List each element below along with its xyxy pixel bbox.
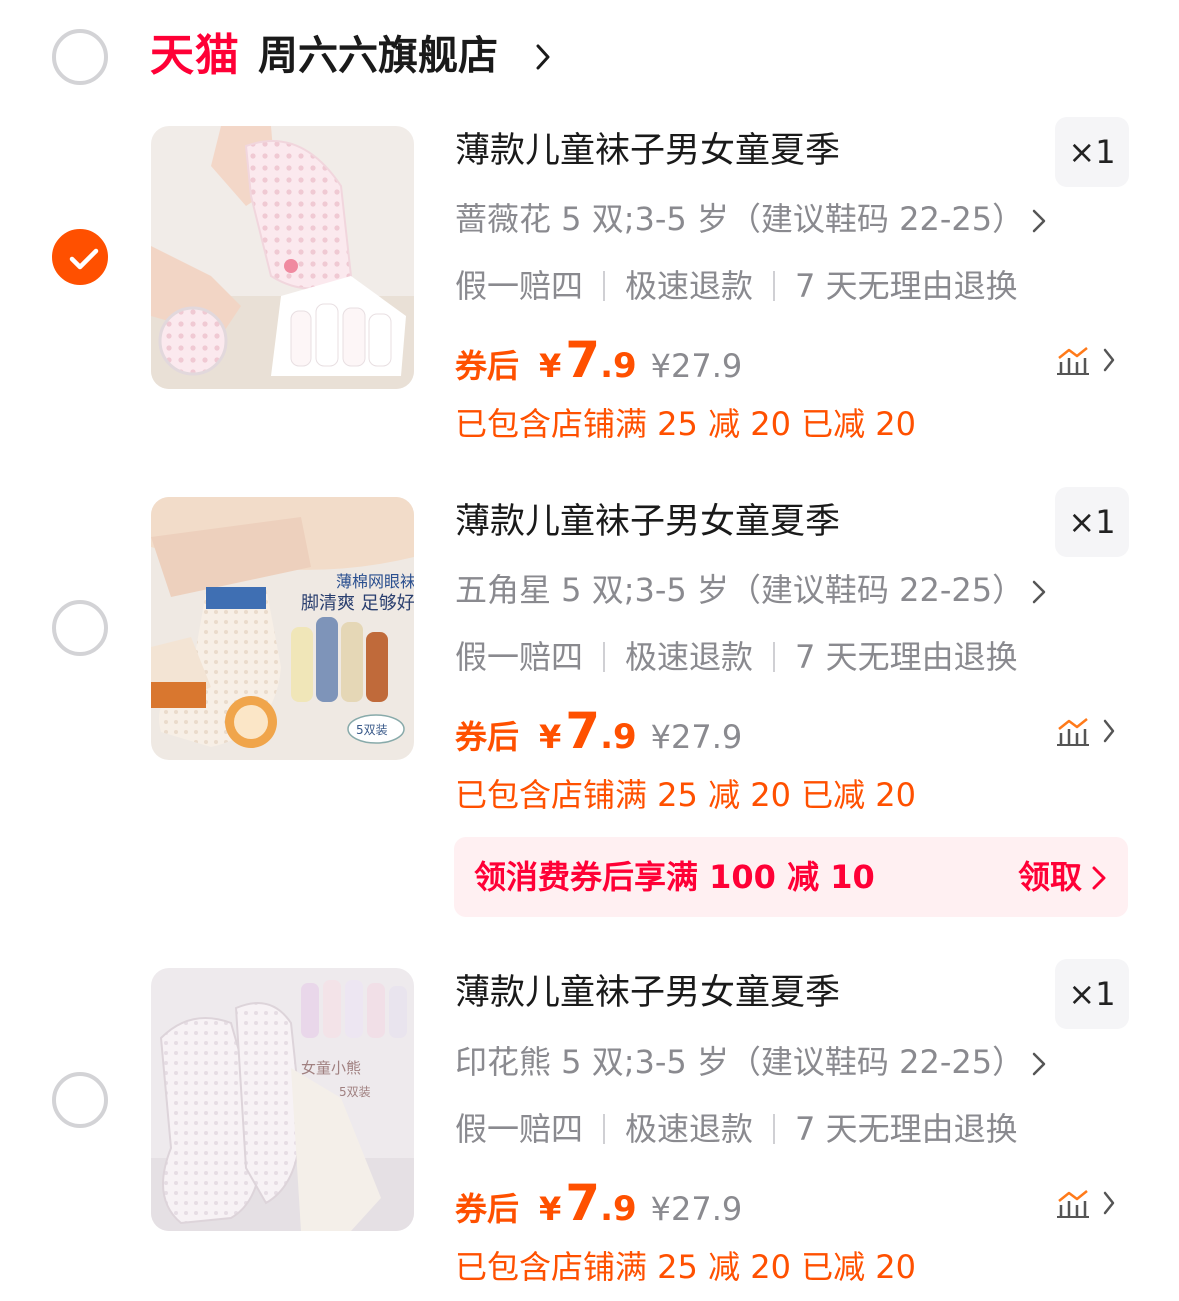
product-thumbnail[interactable]: 女童小熊 5双装 bbox=[151, 968, 414, 1231]
price-trend-icon[interactable] bbox=[1055, 715, 1119, 747]
claim-coupon-button[interactable]: 领取 bbox=[1018, 854, 1106, 900]
price-label: 券后 bbox=[455, 347, 520, 385]
thumbnail-caption: 女童小熊 bbox=[301, 1059, 361, 1077]
coupon-banner[interactable]: 领消费券后享满 100 减 10 领取 bbox=[454, 837, 1128, 917]
tmall-badge: 天猫 bbox=[150, 30, 240, 81]
promo-discount-text: 已包含店铺满 25 减 20 已减 20 bbox=[455, 1248, 917, 1286]
price-label: 券后 bbox=[455, 1190, 520, 1228]
quantity-button[interactable]: ×1 bbox=[1055, 117, 1129, 187]
shop-select-radio[interactable] bbox=[52, 29, 108, 85]
thumbnail-caption: 薄棉网眼袜 bbox=[336, 572, 414, 591]
service-tag: 7 天无理由退换 bbox=[795, 1110, 1018, 1148]
currency-symbol: ¥ bbox=[539, 1190, 562, 1228]
sku-label: 印花熊 5 双;3-5 岁（建议鞋码 22-25） bbox=[455, 1043, 1025, 1081]
thumbnail-caption: 脚清爽 足够好 bbox=[301, 593, 414, 614]
product-title[interactable]: 薄款儿童袜子男女童夏季 bbox=[455, 968, 840, 1018]
service-tags: 假一赔四 极速退款 7 天无理由退换 bbox=[455, 263, 1018, 309]
coupon-text: 领消费券后享满 100 减 10 bbox=[474, 858, 875, 896]
chevron-right-icon bbox=[1032, 209, 1046, 233]
service-tags: 假一赔四 极速退款 7 天无理由退换 bbox=[455, 634, 1018, 680]
price-integer: 7 bbox=[565, 702, 601, 760]
price-decimal: .9 bbox=[600, 346, 637, 386]
chevron-right-icon bbox=[1032, 1052, 1046, 1076]
service-tag: 假一赔四 bbox=[455, 1110, 584, 1148]
promo-discount-text: 已包含店铺满 25 减 20 已减 20 bbox=[455, 405, 917, 443]
price-row: 券后 ¥7.9 ¥27.9 bbox=[455, 330, 742, 402]
product-thumbnail[interactable]: 薄棉网眼袜 脚清爽 足够好 5双装 bbox=[151, 497, 414, 760]
chevron-right-icon[interactable] bbox=[536, 44, 550, 70]
check-icon bbox=[69, 248, 99, 270]
service-tag: 7 天无理由退换 bbox=[795, 638, 1018, 676]
price-row: 券后 ¥7.9 ¥27.9 bbox=[455, 701, 742, 773]
price-integer: 7 bbox=[565, 1174, 601, 1232]
service-tag: 假一赔四 bbox=[455, 267, 584, 305]
service-tag: 极速退款 bbox=[625, 1110, 754, 1148]
shop-name-link[interactable]: 周六六旗舰店 bbox=[258, 28, 498, 84]
thumbnail-caption: 5双装 bbox=[339, 1085, 371, 1099]
service-tags: 假一赔四 极速退款 7 天无理由退换 bbox=[455, 1106, 1018, 1152]
price-decimal: .9 bbox=[600, 717, 637, 757]
sku-selector[interactable]: 印花熊 5 双;3-5 岁（建议鞋码 22-25） bbox=[455, 1039, 1046, 1085]
original-price: ¥27.9 bbox=[650, 1190, 743, 1228]
item-select-radio[interactable] bbox=[52, 600, 108, 656]
product-thumbnail[interactable] bbox=[151, 126, 414, 389]
sku-selector[interactable]: 五角星 5 双;3-5 岁（建议鞋码 22-25） bbox=[455, 567, 1046, 613]
claim-coupon-label: 领取 bbox=[1017, 858, 1082, 896]
service-tag: 极速退款 bbox=[625, 267, 754, 305]
price-decimal: .9 bbox=[600, 1189, 637, 1229]
service-tag: 7 天无理由退换 bbox=[795, 267, 1018, 305]
quantity-button[interactable]: ×1 bbox=[1055, 959, 1129, 1029]
chevron-right-icon bbox=[1032, 580, 1046, 604]
thumbnail-caption: 5双装 bbox=[356, 723, 388, 737]
price-integer: 7 bbox=[565, 331, 601, 389]
item-select-radio[interactable] bbox=[52, 1072, 108, 1128]
sku-selector[interactable]: 蔷薇花 5 双;3-5 岁（建议鞋码 22-25） bbox=[455, 196, 1046, 242]
chevron-right-icon bbox=[1092, 866, 1106, 890]
shop-header: 天猫 周六六旗舰店 bbox=[0, 0, 1179, 112]
price-label: 券后 bbox=[455, 718, 520, 756]
sku-label: 五角星 5 双;3-5 岁（建议鞋码 22-25） bbox=[455, 571, 1025, 609]
currency-symbol: ¥ bbox=[539, 347, 562, 385]
product-title[interactable]: 薄款儿童袜子男女童夏季 bbox=[455, 497, 840, 547]
service-tag: 极速退款 bbox=[625, 638, 754, 676]
original-price: ¥27.9 bbox=[650, 718, 743, 756]
promo-discount-text: 已包含店铺满 25 减 20 已减 20 bbox=[455, 776, 917, 814]
sku-label: 蔷薇花 5 双;3-5 岁（建议鞋码 22-25） bbox=[455, 200, 1025, 238]
currency-symbol: ¥ bbox=[539, 718, 562, 756]
service-tag: 假一赔四 bbox=[455, 638, 584, 676]
item-select-radio[interactable] bbox=[52, 229, 108, 285]
price-trend-icon[interactable] bbox=[1055, 344, 1119, 376]
original-price: ¥27.9 bbox=[650, 347, 743, 385]
price-row: 券后 ¥7.9 ¥27.9 bbox=[455, 1173, 742, 1245]
price-trend-icon[interactable] bbox=[1055, 1187, 1119, 1219]
product-title[interactable]: 薄款儿童袜子男女童夏季 bbox=[455, 126, 840, 176]
quantity-button[interactable]: ×1 bbox=[1055, 487, 1129, 557]
